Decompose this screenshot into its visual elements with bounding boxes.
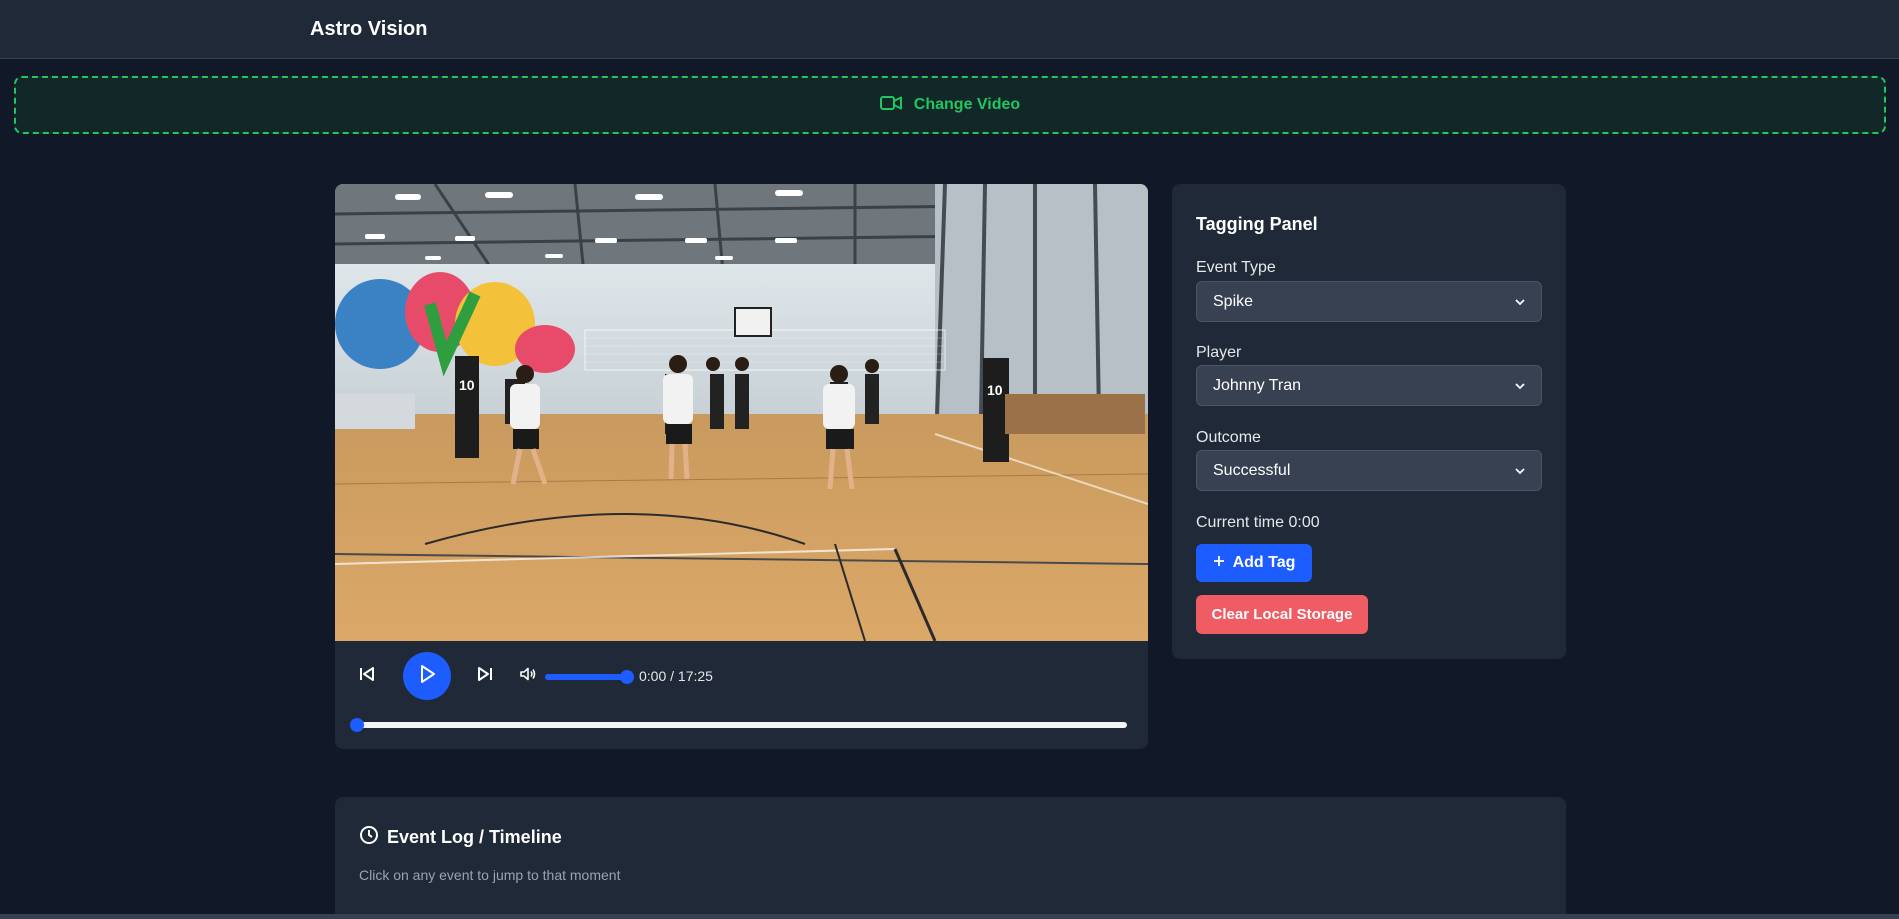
event-log-card: Event Log / Timeline Click on any event … [335, 797, 1566, 919]
clear-local-storage-button[interactable]: Clear Local Storage [1196, 595, 1368, 634]
add-tag-button[interactable]: Add Tag [1196, 544, 1312, 582]
play-icon [416, 663, 438, 690]
svg-text:10: 10 [987, 382, 1003, 398]
player-select[interactable]: Johnny Tran [1196, 365, 1542, 406]
event-log-title: Event Log / Timeline [387, 827, 562, 847]
volume-slider-handle[interactable] [620, 670, 634, 684]
seek-bar-handle[interactable] [350, 718, 364, 732]
event-log-heading: Event Log / Timeline [359, 825, 562, 850]
window-bottom-edge [0, 914, 1899, 919]
app-title: Astro Vision [310, 18, 428, 40]
event-type-value: Spike [1213, 292, 1254, 310]
add-tag-label: Add Tag [1232, 554, 1296, 571]
video-player: 10 10 0:00 / 17:25 [335, 184, 1148, 749]
event-log-subtitle: Click on any event to jump to that momen… [359, 867, 621, 883]
player-value: Johnny Tran [1213, 376, 1302, 394]
volume-slider-fill [545, 674, 627, 680]
chevron-down-icon [1515, 462, 1525, 480]
play-button[interactable] [403, 652, 451, 700]
top-navbar: Astro Vision [0, 0, 1899, 59]
seek-bar[interactable] [350, 718, 1127, 732]
outcome-label: Outcome [1196, 429, 1261, 446]
outcome-value: Successful [1213, 461, 1291, 479]
clock-icon [359, 825, 379, 850]
svg-text:10: 10 [459, 377, 475, 393]
skip-back-icon [358, 665, 376, 688]
event-type-label: Event Type [1196, 259, 1276, 276]
player-controls: 0:00 / 17:25 [335, 641, 1148, 711]
time-readout: 0:00 / 17:25 [639, 668, 713, 684]
chevron-down-icon [1515, 377, 1525, 395]
change-video-button[interactable]: Change Video [14, 76, 1886, 134]
video-still-image: 10 10 [335, 184, 1148, 641]
mute-button[interactable] [517, 665, 539, 687]
volume-icon [519, 665, 537, 688]
player-label: Player [1196, 344, 1242, 361]
event-type-select[interactable]: Spike [1196, 281, 1542, 322]
video-camera-icon [879, 95, 902, 116]
panel-title: Tagging Panel [1196, 214, 1318, 234]
chevron-down-icon [1515, 293, 1525, 311]
video-frame[interactable]: 10 10 [335, 184, 1148, 641]
skip-forward-icon [476, 665, 494, 688]
current-time-readout: Current time 0:00 [1196, 514, 1320, 531]
outcome-select[interactable]: Successful [1196, 450, 1542, 491]
volume-slider[interactable] [545, 670, 634, 684]
skip-back-button[interactable] [355, 664, 379, 688]
tagging-panel: Tagging Panel Event Type Spike Player Jo… [1172, 184, 1566, 659]
change-video-label: Change Video [913, 96, 1021, 113]
skip-forward-button[interactable] [473, 664, 497, 688]
plus-icon [1213, 554, 1225, 572]
